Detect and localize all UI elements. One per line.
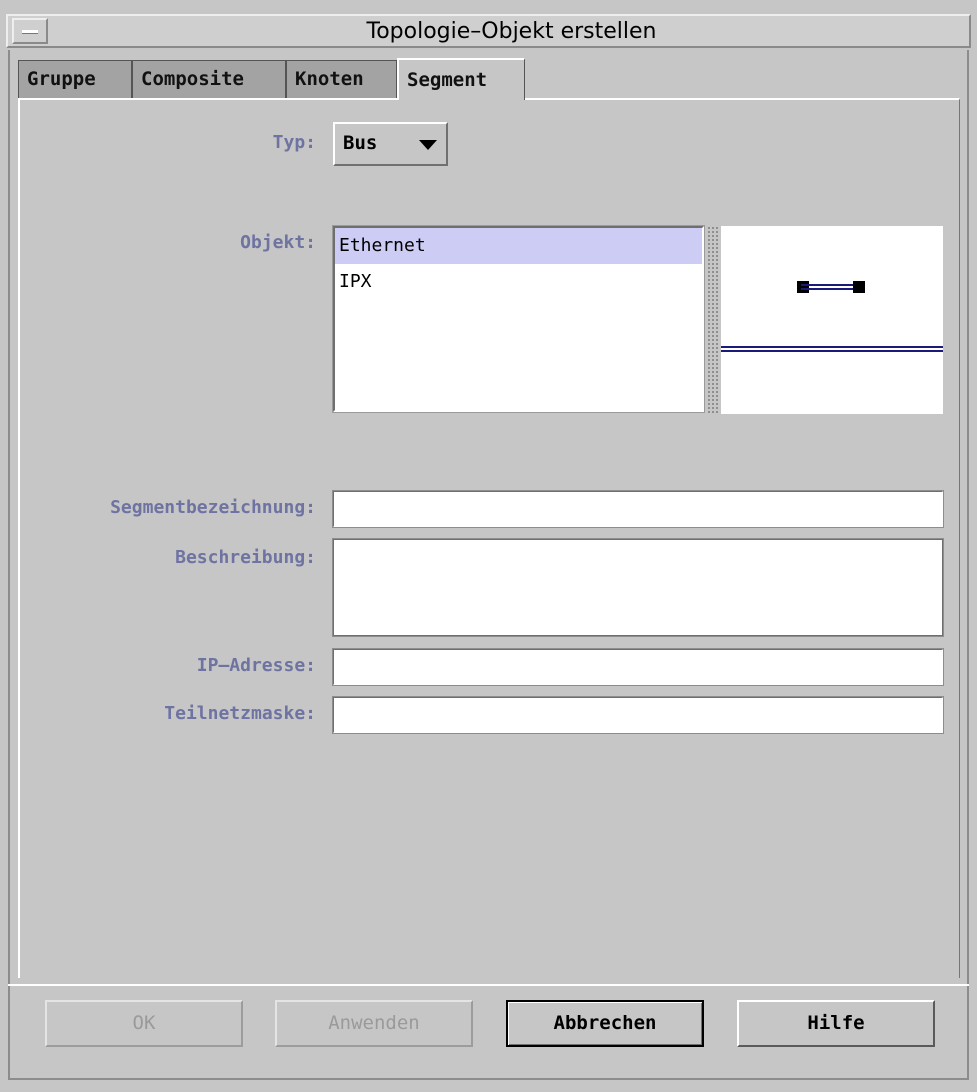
- subnet-mask-label: Teilnetzmaske:: [164, 703, 316, 724]
- segment-name-label: Segmentbezeichnung:: [110, 497, 316, 518]
- apply-button[interactable]: Anwenden: [275, 1000, 473, 1047]
- ip-address-label: IP–Adresse:: [196, 655, 316, 676]
- splitter-handle[interactable]: [707, 226, 719, 414]
- window-menu-icon: [22, 30, 38, 34]
- ip-address-input[interactable]: [332, 648, 944, 686]
- bus-segment-preview-icon: [721, 226, 943, 414]
- tab-knoten[interactable]: Knoten: [286, 60, 397, 98]
- preview-right-node: [853, 281, 865, 293]
- window-title: Topologie–Objekt erstellen: [366, 19, 657, 44]
- chevron-down-icon: [419, 140, 437, 150]
- description-textarea[interactable]: [332, 538, 944, 637]
- dialog-window: Topologie–Objekt erstellen Gruppe Compos…: [0, 0, 977, 1092]
- ok-button[interactable]: OK: [45, 1000, 243, 1047]
- cancel-button[interactable]: Abbrechen: [506, 1000, 704, 1047]
- type-dropdown-value: Bus: [343, 132, 378, 154]
- button-bar-divider: [8, 984, 969, 986]
- preview-bus-line: [721, 346, 943, 352]
- segment-name-input[interactable]: [332, 490, 944, 528]
- list-item-ethernet[interactable]: Ethernet: [335, 228, 702, 264]
- subnet-mask-input[interactable]: [332, 696, 944, 734]
- help-button[interactable]: Hilfe: [737, 1000, 935, 1047]
- preview-segment-line: [801, 284, 857, 290]
- description-label: Beschreibung:: [175, 547, 316, 568]
- window-menu-button[interactable]: [12, 18, 48, 44]
- frame-left-edge: [8, 50, 10, 1080]
- type-dropdown[interactable]: Bus: [333, 122, 448, 166]
- tab-gruppe[interactable]: Gruppe: [18, 60, 132, 98]
- tab-composite[interactable]: Composite: [132, 60, 286, 98]
- title-bar[interactable]: Topologie–Objekt erstellen: [6, 14, 971, 48]
- list-item-ipx[interactable]: IPX: [335, 264, 702, 300]
- frame-right-edge: [967, 50, 969, 1080]
- object-label: Objekt:: [240, 232, 316, 253]
- tab-segment[interactable]: Segment: [397, 58, 525, 100]
- frame-bottom-edge: [8, 1078, 969, 1080]
- object-list[interactable]: Ethernet IPX: [332, 225, 705, 413]
- type-label: Typ:: [272, 132, 316, 153]
